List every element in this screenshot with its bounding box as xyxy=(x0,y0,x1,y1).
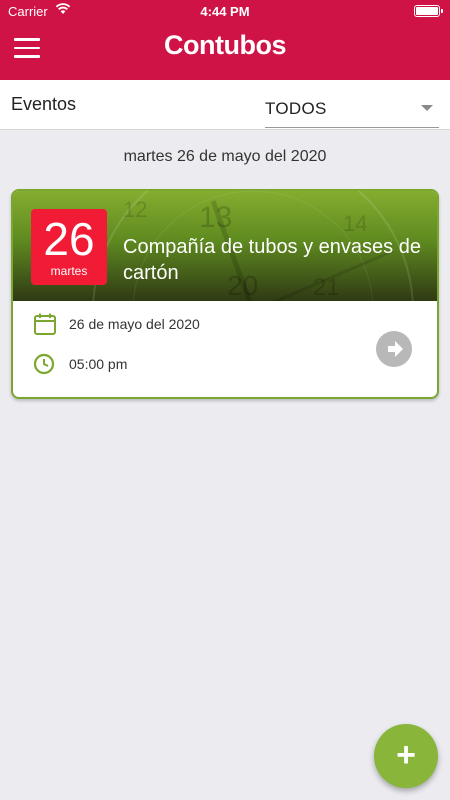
status-time: 4:44 PM xyxy=(200,4,250,19)
filter-label: Eventos xyxy=(11,94,77,114)
svg-text:14: 14 xyxy=(343,211,367,236)
battery-icon xyxy=(414,5,443,17)
add-event-button[interactable]: + xyxy=(374,724,438,788)
event-date-badge: 26 martes xyxy=(31,209,107,285)
event-details: 26 de mayo del 2020 05:00 pm xyxy=(13,301,437,397)
plus-icon: + xyxy=(396,736,416,774)
event-filter-dropdown[interactable]: TODOS xyxy=(265,90,439,128)
app-header: Carrier 4:44 PM Contubos xyxy=(0,0,450,80)
svg-text:12: 12 xyxy=(123,197,147,222)
status-bar: Carrier 4:44 PM xyxy=(0,0,450,22)
filter-bar: Eventos TODOS xyxy=(0,80,450,130)
badge-day-number: 26 xyxy=(43,213,95,265)
event-card[interactable]: 13 12 14 20 21 26 martes Compañía de tub… xyxy=(11,189,439,399)
badge-weekday: martes xyxy=(50,264,88,278)
app-logo: Contubos xyxy=(164,30,286,60)
arrow-right-circle-icon[interactable] xyxy=(375,330,413,368)
filter-selected-value: TODOS xyxy=(265,99,327,118)
event-time-text: 05:00 pm xyxy=(69,356,128,372)
event-title: Compañía de tubos y envases de cartón xyxy=(123,236,421,284)
dropdown-caret-icon xyxy=(421,105,433,111)
date-heading: martes 26 de mayo del 2020 xyxy=(123,148,327,165)
event-date-text: 26 de mayo del 2020 xyxy=(69,316,200,332)
clock-icon xyxy=(33,353,55,375)
event-banner: 13 12 14 20 21 26 martes Compañía de tub… xyxy=(13,191,437,301)
calendar-icon xyxy=(34,313,56,335)
